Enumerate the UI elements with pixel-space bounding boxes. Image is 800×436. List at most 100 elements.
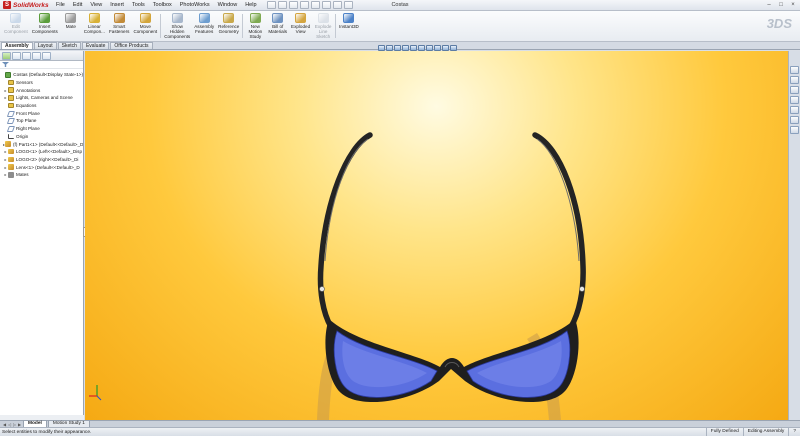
previous-view-icon[interactable] <box>394 45 401 51</box>
move-component-icon <box>139 13 151 23</box>
tree-item-label: Annotations <box>16 87 41 93</box>
instant3d-button[interactable]: Instant3D <box>337 11 361 41</box>
menu-view[interactable]: View <box>86 0 106 11</box>
mate-icon <box>65 13 77 23</box>
linear-compon-button[interactable]: Linear Compon... <box>82 11 107 41</box>
custom-properties-icon[interactable] <box>790 126 799 134</box>
reference-geometry-button[interactable]: Reference Geometry <box>216 11 241 41</box>
menu-edit[interactable]: Edit <box>69 0 86 11</box>
tree-item-lens-1-default-default-d[interactable]: ▸ Lens<1> (Default<<Default>_D <box>0 163 83 171</box>
zoom-to-area-icon[interactable] <box>386 45 393 51</box>
show-hidden-components-button[interactable]: Show Hidden Components <box>162 11 192 41</box>
tab-office-products[interactable]: Office Products <box>110 42 153 49</box>
new-motion-study-icon <box>249 13 261 23</box>
manager-tabs <box>0 51 83 61</box>
tree-filter[interactable] <box>0 61 83 69</box>
explode-line-sketch-button[interactable]: Explode Line Sketch <box>312 11 334 41</box>
property-manager-tab-icon[interactable] <box>12 52 21 60</box>
smart-fasteners-button[interactable]: Smart Fasteners <box>107 11 131 41</box>
tree-item-f-part1-1-default-defaul[interactable]: ▸ (f) Part1<1> (Default<<Default>_D <box>0 140 83 148</box>
section-view-icon[interactable] <box>402 45 409 51</box>
last-tab-arrow-icon[interactable]: ▶ <box>17 422 22 427</box>
yellow-feature-icon <box>8 95 14 101</box>
appearances-icon[interactable] <box>790 116 799 124</box>
mate-button[interactable]: Mate <box>60 11 82 41</box>
search-icon[interactable] <box>790 96 799 104</box>
part-feature-icon <box>8 164 14 170</box>
tree-item-mates[interactable]: ▸ Mates <box>0 171 83 179</box>
sunglasses-model[interactable] <box>85 51 788 420</box>
feature-manager-tab-icon[interactable] <box>2 52 11 60</box>
tree-item-lights-cameras-and-scene[interactable]: ▸ Lights, Cameras and Scene <box>0 94 83 102</box>
edit-component-button[interactable]: Edit Component <box>2 11 30 41</box>
graphics-area[interactable] <box>85 51 788 420</box>
tree-item-origin[interactable]: Origin <box>0 133 83 141</box>
menu-help[interactable]: Help <box>241 0 260 11</box>
tree-item-sensors[interactable]: Sensors <box>0 79 83 87</box>
rebuild-icon[interactable] <box>332 1 342 9</box>
configuration-manager-tab-icon[interactable] <box>22 52 31 60</box>
tree-item-right-plane[interactable]: Right Plane <box>0 125 83 133</box>
new-motion-study-label: New Motion Study <box>248 24 263 39</box>
tab-layout[interactable]: Layout <box>33 42 57 49</box>
yellow-feature-icon <box>8 102 14 109</box>
insert-components-icon <box>39 13 51 23</box>
tree-item-annotations[interactable]: ▸ Annotations <box>0 86 83 94</box>
command-manager: Edit Component Insert Components Mate Linea… <box>0 11 800 42</box>
insert-components-button[interactable]: Insert Components <box>30 11 60 41</box>
menu-file[interactable]: File <box>52 0 69 11</box>
linear-compon-icon <box>88 13 100 23</box>
exploded-view-button[interactable]: Exploded View <box>289 11 312 41</box>
assembly-features-button[interactable]: Assembly Features <box>192 11 216 41</box>
tab-evaluate[interactable]: Evaluate <box>81 42 110 49</box>
bill-of-materials-button[interactable]: Bill of Materials <box>266 11 289 41</box>
display-style-icon[interactable] <box>418 45 425 51</box>
yellow-feature-icon <box>8 79 14 86</box>
hinge-left <box>319 286 325 292</box>
view-palette-icon[interactable] <box>790 106 799 114</box>
menu-toolbox[interactable]: Toolbox <box>149 0 176 11</box>
tab-assembly[interactable]: Assembly <box>1 42 33 49</box>
tree-item-top-plane[interactable]: Top Plane <box>0 117 83 125</box>
design-library-icon[interactable] <box>790 76 799 84</box>
minimize-icon[interactable]: – <box>764 1 774 9</box>
tree-item-logo-2-right-default-di[interactable]: ▸ LOGO<2> (right<<Default>_Di <box>0 156 83 164</box>
open-icon[interactable] <box>277 1 287 9</box>
save-icon[interactable] <box>288 1 298 9</box>
options-icon[interactable] <box>343 1 353 9</box>
new-motion-study-button[interactable]: New Motion Study <box>244 11 266 41</box>
solidworks-resources-icon[interactable] <box>790 66 799 74</box>
print-icon[interactable] <box>299 1 309 9</box>
feature-manager-panel: Costas (Default<Display State-1>) Sensors… <box>0 51 84 420</box>
tree-item-equations[interactable]: Equations <box>0 102 83 110</box>
view-settings-icon[interactable] <box>450 45 457 51</box>
dimxpert-manager-tab-icon[interactable] <box>32 52 41 60</box>
menu-insert[interactable]: Insert <box>106 0 128 11</box>
move-component-button[interactable]: Move Component <box>131 11 159 41</box>
display-manager-tab-icon[interactable] <box>42 52 51 60</box>
tree-item-front-plane[interactable]: Front Plane <box>0 109 83 117</box>
maximize-icon[interactable]: □ <box>776 1 786 9</box>
hide-show-items-icon[interactable] <box>426 45 433 51</box>
tree-item-costas-default-display-s[interactable]: Costas (Default<Display State-1>) <box>0 71 83 79</box>
select-icon[interactable] <box>321 1 331 9</box>
zoom-to-fit-icon[interactable] <box>378 45 385 51</box>
view-orientation-icon[interactable] <box>410 45 417 51</box>
tree-item-label: Sensors <box>16 80 33 86</box>
menu-tools[interactable]: Tools <box>128 0 149 11</box>
new-document-icon[interactable] <box>266 1 276 9</box>
show-hidden-components-icon <box>171 13 183 23</box>
tab-sketch[interactable]: Sketch <box>57 42 81 49</box>
menu-photoworks[interactable]: PhotoWorks <box>176 0 214 11</box>
close-icon[interactable]: × <box>788 1 798 9</box>
undo-icon[interactable] <box>310 1 320 9</box>
edit-appearance-icon[interactable] <box>434 45 441 51</box>
apply-scene-icon[interactable] <box>442 45 449 51</box>
file-explorer-icon[interactable] <box>790 86 799 94</box>
menu-window[interactable]: Window <box>214 0 242 11</box>
help-icon[interactable]: ? <box>788 428 800 436</box>
edit-component-label: Edit Component <box>4 24 28 34</box>
solidworks-logo[interactable]: S SolidWorks <box>0 0 52 11</box>
tree-item-logo-1-left-default-disp[interactable]: ▸ LOGO<1> (Left<<Default>_Disp <box>0 148 83 156</box>
assembly-features-icon <box>198 13 210 23</box>
